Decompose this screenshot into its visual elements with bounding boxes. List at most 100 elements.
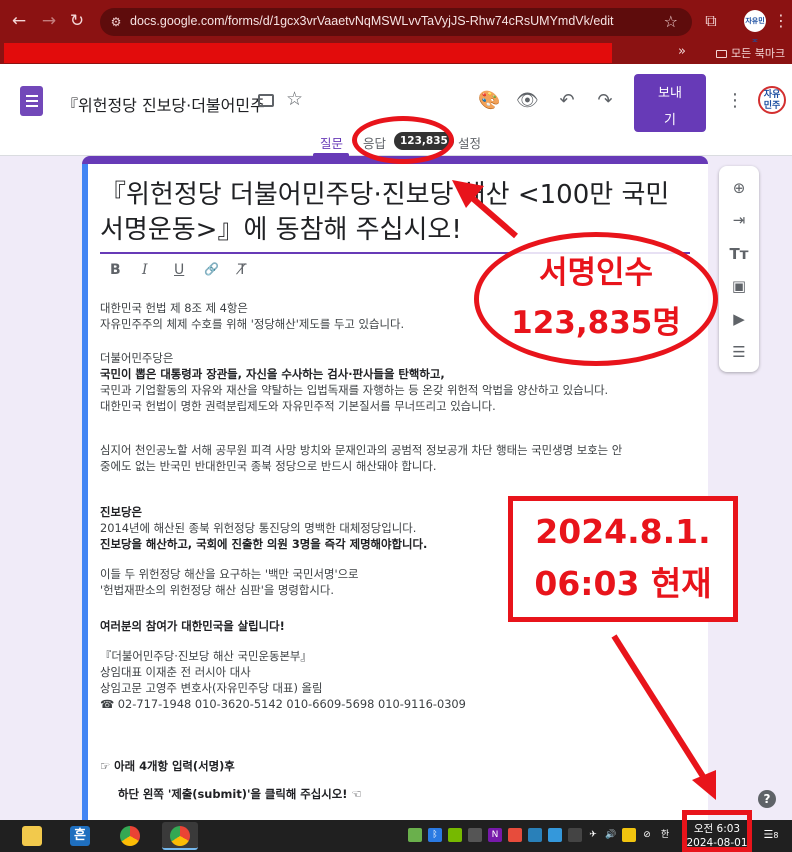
date-callout-time: 06:03 현재 (534, 564, 712, 603)
bookmark-star-icon[interactable]: ☆ (664, 12, 678, 31)
palette-icon[interactable]: 🎨 (478, 90, 500, 112)
help-icon[interactable]: ? (758, 790, 776, 808)
italic-icon[interactable]: I (142, 262, 148, 278)
folder-icon (22, 826, 42, 846)
bookmarks-bar: » 모든 북마크 (0, 42, 792, 64)
desc-line: 대한민국 헌법 제 8조 제 4항은 (100, 301, 248, 315)
all-bookmarks-label: 모든 북마크 (731, 47, 786, 60)
add-image-icon[interactable]: ▣ (729, 276, 749, 296)
desc-line: ☎ 02-717-1948 010-3620-5142 010-6609-569… (100, 697, 466, 711)
browser-toolbar: ← → ↻ ⚙ docs.google.com/forms/d/1gcx3vrV… (0, 0, 792, 47)
redo-icon[interactable]: ↷ (594, 90, 616, 112)
date-callout-text: 2024.8.1. 06:03 현재 (508, 506, 738, 610)
form-side-toolbar: ⊕ ⇥ Tт ▣ ▶ ☰ (719, 166, 759, 372)
desc-line: 심지어 천인공노할 서해 공무원 피격 사망 방치와 문재인과의 공범적 정보공… (100, 443, 623, 457)
clear-format-icon[interactable]: T̸ (238, 262, 247, 278)
bluetooth-icon[interactable]: ᛒ (428, 828, 442, 842)
notification-center-icon[interactable]: ☰8 (762, 828, 780, 844)
desc-line: 하단 왼쪽 '제출(submit)'을 클릭해 주십시오! ☜ (118, 787, 362, 801)
link-icon[interactable]: 🔗 (204, 262, 219, 276)
block-icon[interactable]: ⊘ (640, 828, 654, 842)
desc-line: 상임고문 고영주 변호사(자유민주당 대표) 올림 (100, 681, 323, 695)
site-info-icon[interactable]: ⚙ (108, 14, 124, 30)
hangul-app-icon: 흔 (70, 826, 90, 846)
desc-line: '헌법재판소의 위헌정당 해산 심판'을 명령합시다. (100, 583, 334, 597)
desc-line: 2014년에 해산된 종북 위헌정당 통진당의 명백한 대체정당입니다. (100, 521, 417, 535)
import-questions-icon[interactable]: ⇥ (729, 210, 749, 230)
reload-icon[interactable]: ↻ (66, 10, 88, 32)
tab-settings[interactable]: 설정 (458, 133, 481, 152)
folder-icon (716, 50, 727, 58)
tray-app-icon[interactable] (548, 828, 562, 842)
redacted-bookmarks (4, 43, 612, 63)
desc-line: 진보당은 (100, 505, 142, 519)
signature-count-value: 123,835명 (511, 305, 681, 341)
desc-line: 여러분의 참여가 대한민국을 살립니다! (100, 619, 285, 633)
move-folder-icon[interactable] (258, 94, 274, 107)
desc-line: 이들 두 위헌정당 해산을 요구하는 '백만 국민서명'으로 (100, 567, 359, 581)
desc-line: 중에도 없는 반국민 반대한민국 종북 정당으로 반드시 해산돼야 합니다. (100, 459, 437, 473)
desc-line: 더불어민주당은 (100, 351, 174, 365)
volume-icon[interactable]: 🔊 (604, 828, 618, 842)
date-callout-date: 2024.8.1. (535, 512, 711, 551)
desc-line: 대한민국 헌법이 명한 권력분립제도와 자유민주적 기본질서를 무너뜨리고 있습… (100, 399, 496, 413)
add-title-icon[interactable]: Tт (729, 244, 749, 264)
address-bar[interactable]: ⚙ docs.google.com/forms/d/1gcx3vrVaaetvN… (100, 8, 692, 36)
selected-item-indicator (82, 164, 88, 820)
tray-app-icon[interactable] (528, 828, 542, 842)
star-icon[interactable]: ☆ (286, 88, 303, 110)
tray-app-icon[interactable] (468, 828, 482, 842)
party-logo-text-2: 민주 (763, 101, 781, 111)
url-text[interactable]: docs.google.com/forms/d/1gcx3vrVaaetvNqM… (130, 14, 614, 28)
usb-icon[interactable] (568, 828, 582, 842)
tray-app-icon[interactable] (508, 828, 522, 842)
onenote-icon[interactable]: N (488, 828, 502, 842)
profile-avatar[interactable]: 자유민주 (744, 10, 766, 47)
desc-line: 국민이 뽑은 대통령과 장관들, 자신을 수사하는 검사·판사들을 탄핵하고, (100, 367, 445, 381)
extensions-icon[interactable]: ⧉ (700, 10, 722, 32)
taskbar-chrome-2[interactable] (162, 822, 198, 850)
google-forms-logo-icon[interactable] (20, 86, 43, 116)
tab-questions[interactable]: 질문 (320, 133, 343, 152)
clock-highlight-box (682, 810, 752, 852)
kakaotalk-icon[interactable] (622, 828, 636, 842)
form-doc-title[interactable]: 『위헌정당 진보당·더불어민주 (62, 92, 265, 116)
desc-line: 『더불어민주당·진보당 해산 국민운동본부』 (100, 649, 312, 663)
signature-count-label: 서명인수 (538, 255, 654, 291)
taskbar-chrome-1[interactable] (112, 822, 148, 850)
all-bookmarks-folder[interactable]: 모든 북마크 (716, 45, 785, 61)
signature-count-text: 서명인수 123,835명 (474, 248, 718, 348)
add-video-icon[interactable]: ▶ (729, 309, 749, 329)
preview-eye-icon[interactable]: 👁 (516, 90, 539, 112)
desc-line: 진보당을 해산하고, 국회에 진출한 의원 3명을 즉각 제명해야합니다. (100, 537, 428, 551)
send-label-1: 보내 (658, 86, 682, 101)
send-button[interactable]: 보내 기 (634, 74, 706, 132)
chrome-icon (120, 826, 140, 846)
add-section-icon[interactable]: ☰ (729, 342, 749, 362)
chrome-icon (170, 826, 190, 846)
form-heading-line-1: 『위헌정당 더불어민주당·진보당 해산 <100만 국민 (100, 180, 670, 210)
party-logo-text-1: 자유 (763, 90, 781, 100)
ime-indicator[interactable]: 한 (658, 828, 672, 842)
airplane-icon[interactable]: ✈ (586, 828, 600, 842)
bookmarks-overflow[interactable]: » (678, 44, 686, 59)
undo-icon[interactable]: ↶ (556, 90, 578, 112)
desc-line: 국민과 기업활동의 자유와 재산을 약탈하는 입법독재를 자행하는 등 온갖 위… (100, 383, 609, 397)
bold-icon[interactable]: B (110, 262, 121, 278)
more-options-icon[interactable]: ⋮ (726, 90, 744, 111)
desc-line: ☞ 아래 4개항 입력(서명)후 (100, 759, 235, 773)
add-question-icon[interactable]: ⊕ (729, 178, 749, 198)
forward-arrow-icon[interactable]: → (38, 10, 60, 32)
desc-line: 상임대표 이재춘 전 러시아 대사 (100, 665, 251, 679)
nvidia-icon[interactable] (448, 828, 462, 842)
notification-count: 8 (773, 831, 779, 840)
tray-app-icon[interactable] (408, 828, 422, 842)
party-logo[interactable]: 자유 민주 (758, 86, 786, 114)
taskbar-file-explorer[interactable] (14, 822, 50, 850)
underline-icon[interactable]: U (174, 262, 184, 278)
windows-taskbar: 흔 ᛒ N ✈ 🔊 ⊘ 한 오전 6:03 2024-08-01 ☰8 (0, 820, 792, 852)
desc-line: 자유민주주의 체제 수호를 위해 '정당해산'제도를 두고 있습니다. (100, 317, 405, 331)
taskbar-hangul[interactable]: 흔 (62, 822, 98, 850)
browser-menu-icon[interactable]: ⋮ (770, 10, 792, 32)
back-arrow-icon[interactable]: ← (8, 10, 30, 32)
